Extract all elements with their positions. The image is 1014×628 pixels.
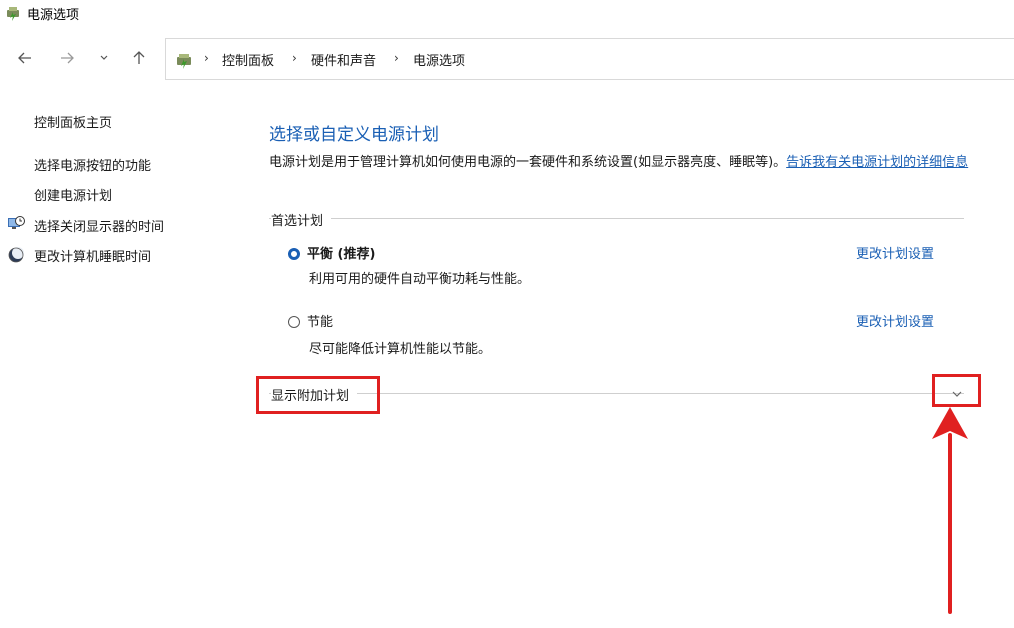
breadcrumb-separator-icon: › bbox=[204, 51, 209, 65]
change-plan-settings-link[interactable]: 更改计划设置 bbox=[856, 311, 934, 330]
arrow-left-icon bbox=[18, 52, 31, 64]
description-text: 电源计划是用于管理计算机如何使用电源的一套硬件和系统设置(如显示器亮度、睡眠等)… bbox=[269, 155, 787, 170]
change-plan-settings-link[interactable]: 更改计划设置 bbox=[856, 243, 934, 262]
plan-desc-balanced: 利用可用的硬件自动平衡功耗与性能。 bbox=[309, 272, 531, 287]
page-description: 电源计划是用于管理计算机如何使用电源的一套硬件和系统设置(如显示器亮度、睡眠等)… bbox=[269, 152, 969, 174]
plan-name-power-saver[interactable]: 节能 bbox=[307, 311, 333, 330]
annotation-box-chevron bbox=[932, 374, 981, 407]
arrow-up-icon bbox=[133, 51, 145, 64]
chevron-down-icon bbox=[100, 55, 108, 60]
breadcrumb-separator-icon[interactable]: › bbox=[292, 51, 297, 65]
recent-locations-button[interactable] bbox=[92, 46, 116, 70]
forward-button[interactable] bbox=[55, 46, 79, 70]
breadcrumb-item-control-panel[interactable]: 控制面板 bbox=[222, 50, 274, 69]
monitor-clock-icon bbox=[8, 216, 25, 229]
page-title: 选择或自定义电源计划 bbox=[269, 125, 439, 145]
preferred-plans-divider bbox=[269, 218, 964, 219]
plan-name-balanced[interactable]: 平衡 (推荐) bbox=[307, 243, 375, 262]
sidebar-item-sleep[interactable]: 更改计算机睡眠时间 bbox=[34, 246, 151, 265]
plan-desc-power-saver: 尽可能降低计算机性能以节能。 bbox=[309, 342, 492, 357]
address-bar[interactable]: › 控制面板 › 硬件和声音 › 电源选项 bbox=[165, 38, 1014, 80]
breadcrumb-separator-icon[interactable]: › bbox=[394, 51, 399, 65]
arrow-right-icon bbox=[61, 52, 74, 64]
annotation-box-label bbox=[256, 376, 380, 414]
breadcrumb-item-hardware-sound[interactable]: 硬件和声音 bbox=[311, 50, 376, 69]
sidebar-item-power-button[interactable]: 选择电源按钮的功能 bbox=[34, 155, 151, 174]
window-title: 电源选项 bbox=[27, 8, 80, 23]
up-button[interactable] bbox=[127, 46, 151, 70]
power-options-icon bbox=[7, 7, 19, 21]
back-button[interactable] bbox=[13, 46, 37, 70]
sidebar-item-create-plan[interactable]: 创建电源计划 bbox=[34, 185, 112, 204]
title-bar: 电源选项 bbox=[0, 0, 1014, 26]
sidebar-item-display-off[interactable]: 选择关闭显示器的时间 bbox=[34, 216, 164, 235]
control-panel-icon bbox=[177, 54, 191, 69]
annotation-arrow-icon bbox=[932, 407, 968, 614]
breadcrumb-item-power-options[interactable]: 电源选项 bbox=[413, 50, 465, 69]
moon-icon bbox=[8, 247, 24, 263]
learn-more-link[interactable]: 告诉我有关电源计划的详细信息 bbox=[786, 155, 968, 170]
preferred-plans-label: 首选计划 bbox=[271, 210, 332, 229]
plan-radio-power-saver[interactable] bbox=[288, 316, 300, 328]
plan-radio-balanced[interactable] bbox=[288, 248, 300, 260]
sidebar-home-link[interactable]: 控制面板主页 bbox=[34, 112, 112, 131]
